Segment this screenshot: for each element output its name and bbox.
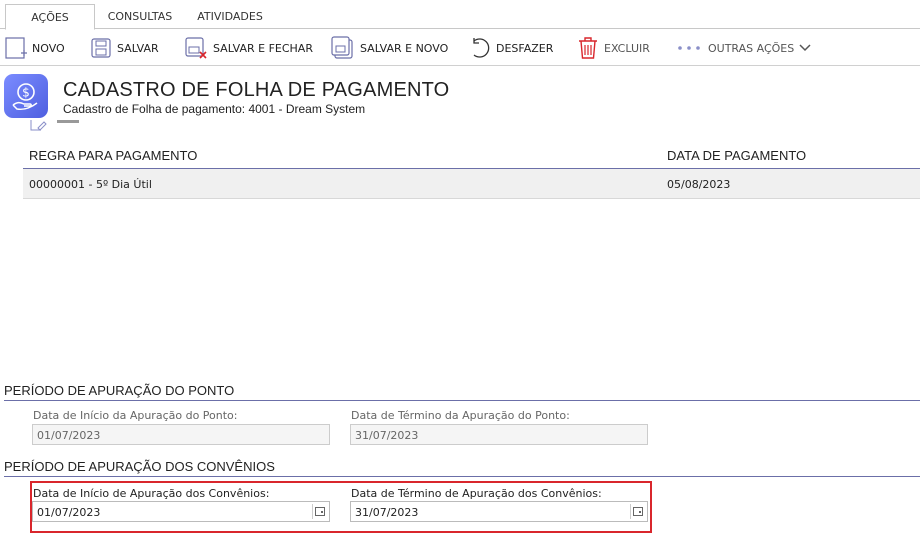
page-title: CADASTRO DE FOLHA DE PAGAMENTO <box>63 79 450 101</box>
new-document-icon <box>5 37 27 59</box>
outras-acoes-button[interactable]: OUTRAS AÇÕES <box>677 30 817 66</box>
ponto-inicio-field: 01/07/2023 <box>32 424 330 445</box>
column-data[interactable]: DATA DE PAGAMENTO <box>667 148 806 163</box>
salvar-label: SALVAR <box>117 41 159 55</box>
payroll-app-icon: $ <box>4 74 48 118</box>
cell-data: 05/08/2023 <box>667 178 731 191</box>
novo-label: NOVO <box>32 41 65 55</box>
salvar-button[interactable]: SALVAR <box>90 30 159 66</box>
tab-bar: AÇÕES CONSULTAS ATIVIDADES <box>0 0 920 30</box>
section-title-convenios: PERÍODO DE APURAÇÃO DOS CONVÊNIOS <box>4 459 920 477</box>
salvar-fechar-button[interactable]: SALVAR E FECHAR <box>184 30 313 66</box>
ponto-termino-field: 31/07/2023 <box>350 424 648 445</box>
tab-acoes[interactable]: AÇÕES <box>5 4 95 30</box>
undo-icon <box>473 38 490 58</box>
desfazer-label: DESFAZER <box>496 41 554 55</box>
trash-icon <box>579 37 597 59</box>
column-regra[interactable]: REGRA PARA PAGAMENTO <box>29 148 197 163</box>
money-hand-icon: $ <box>12 83 38 111</box>
outras-acoes-label: OUTRAS AÇÕES <box>708 41 795 55</box>
chevron-down-icon <box>799 44 811 52</box>
ponto-inicio-label: Data de Início da Apuração do Ponto: <box>33 409 238 422</box>
highlight-box <box>30 481 652 533</box>
desfazer-button[interactable]: DESFAZER <box>467 30 553 66</box>
excluir-label: EXCLUIR <box>604 41 650 55</box>
edit-pencil-icon <box>30 120 79 131</box>
more-dots-icon <box>678 46 700 50</box>
toolbar: NOVO SALVAR SALVAR E FECHAR SALVAR E NOV… <box>0 30 920 66</box>
novo-button[interactable]: NOVO <box>5 30 65 66</box>
section-title-ponto: PERÍODO DE APURAÇÃO DO PONTO <box>4 383 920 401</box>
excluir-button[interactable]: EXCLUIR <box>577 30 650 66</box>
tab-consultas[interactable]: CONSULTAS <box>105 4 175 29</box>
save-new-icon <box>331 36 353 59</box>
edit-button-partial[interactable] <box>30 119 100 133</box>
save-icon <box>91 38 111 58</box>
tab-atividades[interactable]: ATIVIDADES <box>190 4 270 29</box>
salvar-novo-button[interactable]: SALVAR E NOVO <box>331 30 448 66</box>
salvar-fechar-label: SALVAR E FECHAR <box>213 41 313 55</box>
save-close-icon <box>185 37 207 59</box>
grid-header: REGRA PARA PAGAMENTO DATA DE PAGAMENTO <box>23 143 920 169</box>
ponto-termino-label: Data de Término da Apuração do Ponto: <box>351 409 570 422</box>
page-subtitle: Cadastro de Folha de pagamento: 4001 - D… <box>63 102 366 116</box>
table-row[interactable]: 00000001 - 5º Dia Útil 05/08/2023 <box>23 169 920 199</box>
svg-text:$: $ <box>22 86 30 100</box>
cell-regra: 00000001 - 5º Dia Útil <box>29 178 152 191</box>
salvar-novo-label: SALVAR E NOVO <box>360 41 449 55</box>
